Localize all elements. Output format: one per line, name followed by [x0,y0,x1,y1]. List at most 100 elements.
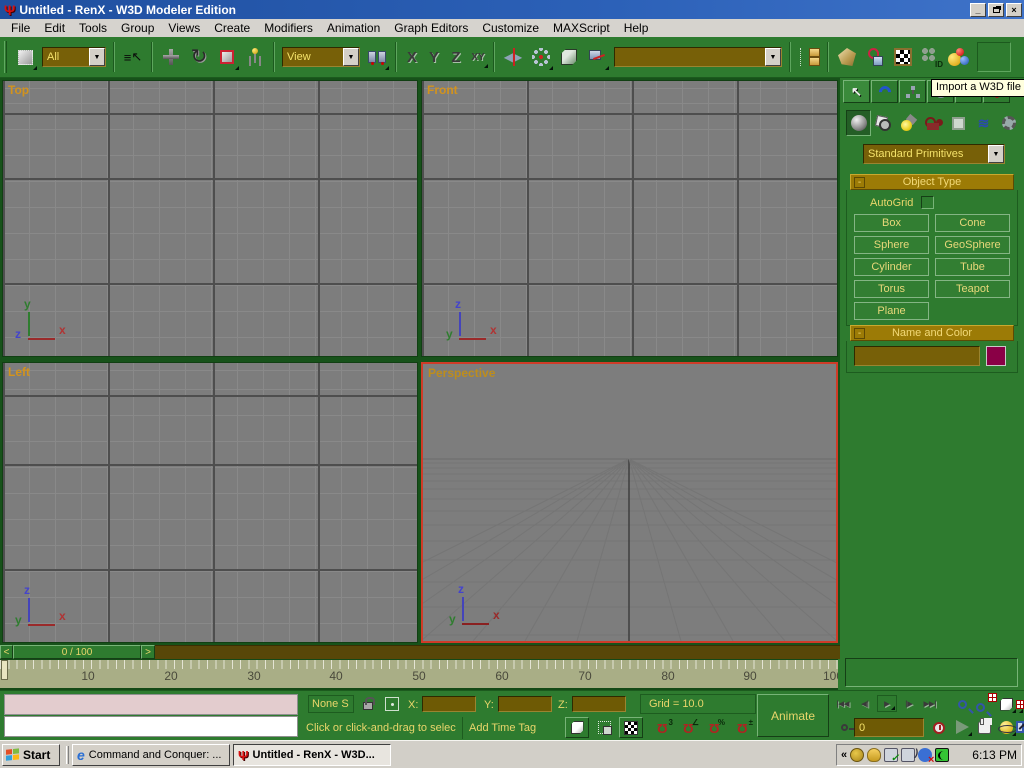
viewport-left[interactable]: Left z y x [2,362,418,643]
viewport-perspective-label[interactable]: Perspective [428,366,495,380]
track-bar-ruler[interactable]: 10 20 30 40 50 60 70 80 90 100 [0,659,838,690]
messenger-offline-tray-icon[interactable] [918,748,932,762]
time-slider-next-button[interactable]: > [141,645,155,659]
object-type-rollout-header[interactable]: - Object Type [850,174,1014,190]
time-slider[interactable]: 0 / 100 [13,645,141,659]
zoom-all-button[interactable] [974,694,995,714]
torus-button[interactable]: Torus [854,280,929,298]
restrict-z-button[interactable]: Z [445,45,467,69]
tab-hierarchy[interactable] [899,80,926,103]
cylinder-button[interactable]: Cylinder [854,258,929,276]
primitive-category-dropdown[interactable]: Standard Primitives ▼ [863,144,1005,164]
zoom-extents-button[interactable] [996,694,1017,714]
named-selection-dropdown[interactable]: ▼ [614,47,782,67]
toolbar-drag-handle[interactable] [4,41,7,73]
snap-cube-toggle[interactable] [565,717,589,738]
wireless-tray-icon[interactable] [901,748,915,762]
add-time-tag-button[interactable]: Add Time Tag [462,717,542,739]
time-slider-prev-button[interactable]: < [0,645,13,659]
menu-create[interactable]: Create [207,19,257,37]
tab-create[interactable]: ↖ [843,80,870,103]
category-cameras[interactable] [921,110,946,136]
arc-rotate-button[interactable] [996,717,1017,737]
time-configuration-button[interactable] [928,717,950,738]
material-editor-button[interactable] [890,43,916,71]
selection-lock-button[interactable] [358,694,378,714]
category-space-warps[interactable]: ≋ [971,110,996,136]
tube-button[interactable]: Tube [935,258,1010,276]
restrict-xy-plane-button[interactable]: XY [467,45,489,69]
dropdown-arrow-icon[interactable]: ▼ [343,48,359,66]
maxscript-listener-field[interactable] [4,694,298,715]
zoom-extents-all-button[interactable] [1016,694,1024,714]
select-region-button[interactable] [12,43,38,71]
restore-button[interactable] [988,3,1004,17]
menu-tools[interactable]: Tools [72,19,114,37]
menu-help[interactable]: Help [617,19,656,37]
category-lights[interactable] [896,110,921,136]
category-systems[interactable] [996,110,1021,136]
viewport-front-label[interactable]: Front [427,83,458,97]
geosphere-button[interactable]: GeoSphere [935,236,1010,254]
go-to-end-button[interactable]: ▶▶| [920,695,940,712]
select-and-move-button[interactable] [158,43,184,71]
globe-tray-icon[interactable] [850,748,864,762]
task-command-and-conquer[interactable]: e Command and Conquer: ... [72,744,230,766]
collapse-icon[interactable]: - [854,328,865,339]
material-id-button[interactable]: ID [918,43,944,71]
zoom-button[interactable] [952,694,973,714]
viewport-front[interactable]: Front z y x [421,80,838,357]
array-button[interactable] [528,43,554,71]
use-pivot-center-button[interactable] [364,43,390,71]
tray-collapse-chevron[interactable]: « [841,749,847,761]
name-color-rollout-header[interactable]: - Name and Color [850,325,1014,341]
percent-snap-toggle[interactable]: Ω% [702,717,726,738]
category-geometry[interactable] [846,110,871,136]
menu-group[interactable]: Group [114,19,161,37]
viewport-top[interactable]: Top y z x [2,80,418,357]
select-and-manipulate-button[interactable] [242,43,268,71]
snap-cube-button[interactable] [556,43,582,71]
menu-animation[interactable]: Animation [320,19,387,37]
restrict-x-button[interactable]: X [401,45,423,69]
start-button[interactable]: Start [2,744,60,766]
render-type-box[interactable] [977,42,1011,72]
close-button[interactable]: × [1006,3,1022,17]
pan-button[interactable] [974,717,995,737]
track-bar-frame-handle[interactable] [1,660,8,680]
tab-modify[interactable] [871,80,898,103]
absolute-offset-toggle[interactable] [382,694,402,714]
object-name-field[interactable] [854,346,980,366]
select-and-scale-button[interactable] [214,43,240,71]
box-button[interactable]: Box [854,214,929,232]
network-ok-tray-icon[interactable] [884,748,898,762]
menu-maxscript[interactable]: MAXScript [546,19,617,37]
current-frame-field[interactable]: 0 [854,718,924,737]
selection-filter-dropdown[interactable]: All ▼ [42,47,106,67]
sphere-button[interactable]: Sphere [854,236,929,254]
uvw-unwrap-button[interactable] [834,43,860,71]
cone-button[interactable]: Cone [935,214,1010,232]
menu-file[interactable]: File [4,19,37,37]
menu-modifiers[interactable]: Modifiers [257,19,320,37]
select-and-rotate-button[interactable]: ↻ [186,43,212,71]
plane-button[interactable]: Plane [854,302,929,320]
collapse-icon[interactable]: - [854,177,865,188]
field-of-view-button[interactable] [952,717,973,737]
menu-customize[interactable]: Customize [475,19,546,37]
play-button[interactable]: ▶ [877,695,897,712]
viewport-top-label[interactable]: Top [8,83,29,97]
spinner-snap-toggle[interactable]: Ω± [730,717,754,738]
x-coord-field[interactable] [422,696,476,712]
animate-button[interactable]: Animate [757,694,829,737]
snap-dotted-cube-toggle[interactable] [592,717,616,738]
viewport-left-label[interactable]: Left [8,365,30,379]
snap-3d-toggle[interactable]: Ω3 [650,717,674,738]
maxscript-input-field[interactable] [4,716,298,737]
go-to-start-button[interactable]: |◀◀ [833,695,853,712]
category-helpers[interactable] [946,110,971,136]
y-coord-field[interactable] [498,696,552,712]
previous-frame-button[interactable]: ◀| [855,695,875,712]
object-color-swatch[interactable] [986,346,1006,366]
skin-bones-button[interactable] [862,43,888,71]
